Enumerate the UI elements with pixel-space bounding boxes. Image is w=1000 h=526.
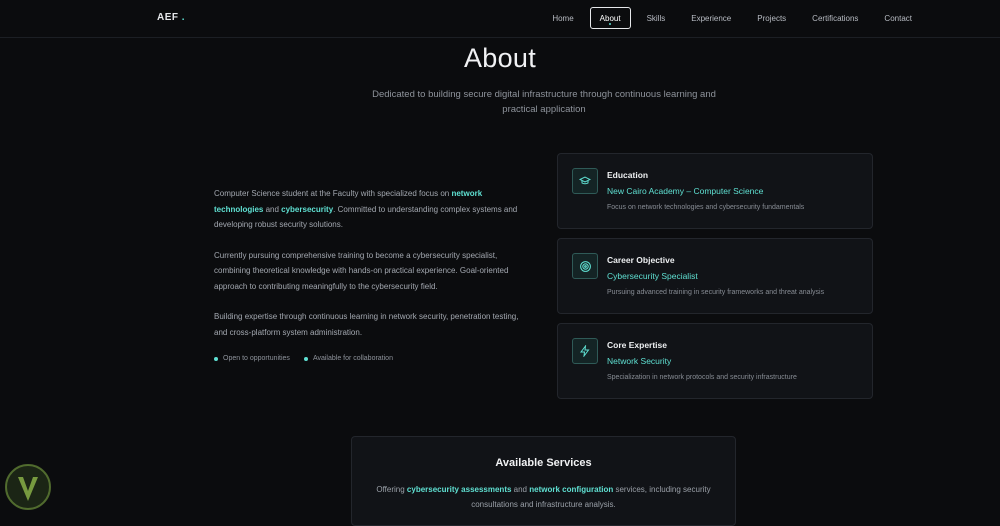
- about-p1-text-a: Computer Science student at the Faculty …: [214, 189, 452, 198]
- services-text-a: Offering: [376, 485, 407, 494]
- card-title: Education: [607, 170, 649, 180]
- page-title: About: [463, 43, 537, 73]
- graduation-cap-icon: [572, 168, 598, 194]
- card-subtitle: New Cairo Academy – Computer Science: [607, 186, 764, 196]
- about-p1-text-b: and: [263, 204, 282, 214]
- target-icon: [572, 253, 598, 279]
- about-paragraph-1: Computer Science student at the Faculty …: [214, 186, 532, 233]
- card-education: Education New Cairo Academy – Computer S…: [557, 153, 873, 229]
- nav-link-skills[interactable]: Skills: [637, 7, 676, 29]
- services-description: Offering cybersecurity assessments and n…: [372, 482, 715, 512]
- card-subtitle: Cybersecurity Specialist: [607, 271, 698, 281]
- nav-link-home[interactable]: Home: [542, 7, 583, 29]
- tag-available-for-collaboration: Available for collaboration: [303, 355, 393, 362]
- card-description: Focus on network technologies and cybers…: [607, 204, 805, 211]
- services-text-b: and: [511, 485, 530, 494]
- highlight-cybersecurity-assessments: cybersecurity assessments: [406, 485, 512, 494]
- tag-label: Open to opportunities: [223, 355, 290, 362]
- top-navbar: AEF . Home About Skills Experience Proje…: [0, 0, 1000, 38]
- brand-logo[interactable]: AEF .: [157, 12, 185, 23]
- tag-label: Available for collaboration: [312, 355, 393, 362]
- about-paragraph-2: Currently pursuing comprehensive trainin…: [214, 250, 509, 291]
- nav-links: Home About Skills Experience Projects Ce…: [536, 7, 922, 29]
- nav-link-experience[interactable]: Experience: [681, 7, 741, 29]
- card-description: Specialization in network protocols and …: [607, 374, 797, 381]
- bullet-dot-icon: [303, 356, 308, 361]
- highlight-network-configuration: network configuration: [529, 485, 614, 494]
- about-paragraph-3: Building expertise through continuous le…: [214, 312, 519, 337]
- bullet-dot-icon: [214, 356, 218, 361]
- availability-tags: Open to opportunities Available for coll…: [214, 355, 407, 362]
- card-title: Core Expertise: [607, 340, 667, 350]
- brand-dot: .: [181, 12, 186, 23]
- nav-link-about[interactable]: About: [589, 7, 631, 29]
- lightning-icon: [572, 338, 598, 364]
- about-description: Computer Science student at the Faculty …: [214, 186, 532, 355]
- tag-open-to-opportunities: Open to opportunities: [214, 355, 290, 362]
- services-title: Available Services: [495, 457, 592, 469]
- brand-text: AEF: [157, 12, 179, 23]
- card-core-expertise: Core Expertise Network Security Speciali…: [557, 323, 873, 399]
- page-subtitle: Dedicated to building secure digital inf…: [372, 89, 716, 115]
- card-description: Pursuing advanced training in security f…: [607, 289, 825, 296]
- card-title: Career Objective: [607, 255, 675, 265]
- nav-link-contact[interactable]: Contact: [874, 7, 922, 29]
- nav-link-certifications[interactable]: Certifications: [802, 7, 868, 29]
- nav-link-projects[interactable]: Projects: [747, 7, 796, 29]
- watermark-shield-icon: [2, 461, 54, 513]
- highlight-cybersecurity: cybersecurity: [281, 204, 334, 214]
- card-career-objective: Career Objective Cybersecurity Specialis…: [557, 238, 873, 314]
- card-subtitle: Network Security: [607, 356, 672, 366]
